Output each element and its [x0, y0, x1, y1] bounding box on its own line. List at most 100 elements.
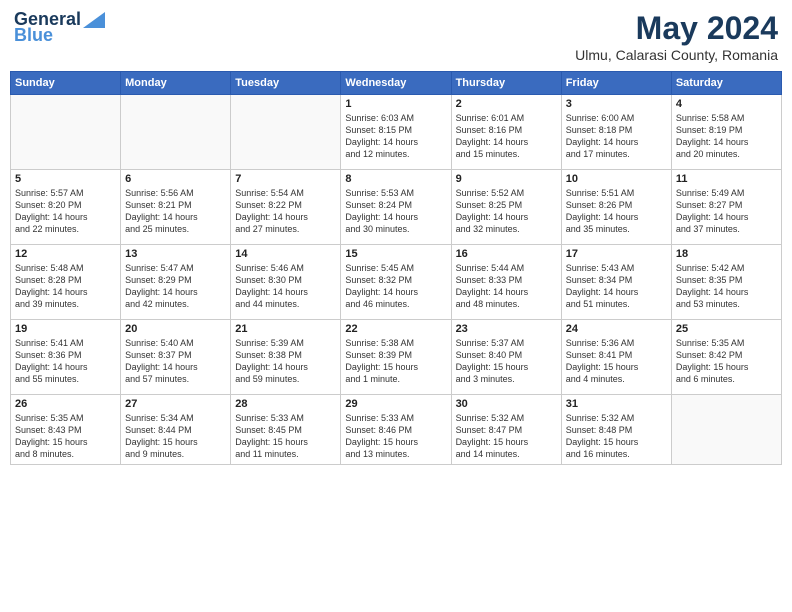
day-info: Sunrise: 5:45 AMSunset: 8:32 PMDaylight:…: [345, 262, 446, 311]
calendar-day-cell: 30Sunrise: 5:32 AMSunset: 8:47 PMDayligh…: [451, 395, 561, 465]
day-number: 14: [235, 248, 336, 260]
calendar-day-cell: 4 Sunrise: 5:58 AMSunset: 8:19 PMDaylight…: [671, 95, 781, 170]
calendar-week-row: 19Sunrise: 5:41 AMSunset: 8:36 PMDayligh…: [11, 320, 782, 395]
page-header: General Blue May 2024 Ulmu, Calarasi Cou…: [10, 10, 782, 63]
day-number: 17: [566, 248, 667, 260]
logo: General Blue: [14, 10, 105, 46]
day-info: Sunrise: 5:54 AMSunset: 8:22 PMDaylight:…: [235, 187, 336, 236]
logo-icon: [83, 12, 105, 28]
day-number: 11: [676, 173, 777, 185]
day-info: Sunrise: 5:39 AMSunset: 8:38 PMDaylight:…: [235, 337, 336, 386]
calendar-week-row: 1Sunrise: 6:03 AMSunset: 8:15 PMDaylight…: [11, 95, 782, 170]
day-number: 29: [345, 398, 446, 410]
month-title: May 2024: [575, 10, 778, 47]
day-info: Sunrise: 5:46 AMSunset: 8:30 PMDaylight:…: [235, 262, 336, 311]
calendar-day-cell: 29 Sunrise: 5:33 AMSunset: 8:46 PMDayligh…: [341, 395, 451, 465]
calendar-day-cell: 24 Sunrise: 5:36 AMSunset: 8:41 PMDayligh…: [561, 320, 671, 395]
calendar-week-row: 5 Sunrise: 5:57 AMSunset: 8:20 PMDaylight…: [11, 170, 782, 245]
day-number: 25: [676, 323, 777, 335]
day-info: Sunrise: 5:35 AMSunset: 8:43 PMDaylight:…: [15, 412, 116, 461]
day-number: 8: [345, 173, 446, 185]
day-info: Sunrise: 5:36 AMSunset: 8:41 PMDaylight:…: [566, 337, 667, 386]
calendar-day-cell: 11 Sunrise: 5:49 AMSunset: 8:27 PMDayligh…: [671, 170, 781, 245]
day-info: Sunrise: 5:32 AMSunset: 8:48 PMDaylight:…: [566, 412, 667, 461]
day-info: Sunrise: 5:33 AMSunset: 8:46 PMDaylight:…: [345, 412, 446, 461]
calendar-day-cell: 12 Sunrise: 5:48 AMSunset: 8:28 PMDayligh…: [11, 245, 121, 320]
day-number: 18: [676, 248, 777, 260]
weekday-header: Monday: [121, 72, 231, 95]
calendar-day-cell: 1Sunrise: 6:03 AMSunset: 8:15 PMDaylight…: [341, 95, 451, 170]
day-info: Sunrise: 5:42 AMSunset: 8:35 PMDaylight:…: [676, 262, 777, 311]
day-number: 31: [566, 398, 667, 410]
day-number: 30: [456, 398, 557, 410]
weekday-header: Friday: [561, 72, 671, 95]
weekday-header-row: SundayMondayTuesdayWednesdayThursdayFrid…: [11, 72, 782, 95]
calendar-day-cell: 20 Sunrise: 5:40 AMSunset: 8:37 PMDayligh…: [121, 320, 231, 395]
weekday-header: Tuesday: [231, 72, 341, 95]
calendar-day-cell: 6 Sunrise: 5:56 AMSunset: 8:21 PMDaylight…: [121, 170, 231, 245]
day-info: Sunrise: 5:47 AMSunset: 8:29 PMDaylight:…: [125, 262, 226, 311]
day-info: Sunrise: 5:34 AMSunset: 8:44 PMDaylight:…: [125, 412, 226, 461]
day-number: 15: [345, 248, 446, 260]
calendar-day-cell: 19Sunrise: 5:41 AMSunset: 8:36 PMDayligh…: [11, 320, 121, 395]
day-number: 22: [345, 323, 446, 335]
day-info: Sunrise: 5:43 AMSunset: 8:34 PMDaylight:…: [566, 262, 667, 311]
calendar-day-cell: 13 Sunrise: 5:47 AMSunset: 8:29 PMDayligh…: [121, 245, 231, 320]
calendar-day-cell: [11, 95, 121, 170]
day-info: Sunrise: 5:35 AMSunset: 8:42 PMDaylight:…: [676, 337, 777, 386]
title-area: May 2024 Ulmu, Calarasi County, Romania: [575, 10, 778, 63]
weekday-header: Thursday: [451, 72, 561, 95]
day-number: 28: [235, 398, 336, 410]
day-info: Sunrise: 5:56 AMSunset: 8:21 PMDaylight:…: [125, 187, 226, 236]
day-number: 13: [125, 248, 226, 260]
calendar-day-cell: 27 Sunrise: 5:34 AMSunset: 8:44 PMDayligh…: [121, 395, 231, 465]
calendar-day-cell: [671, 395, 781, 465]
calendar-table: SundayMondayTuesdayWednesdayThursdayFrid…: [10, 71, 782, 465]
calendar-day-cell: 21Sunrise: 5:39 AMSunset: 8:38 PMDayligh…: [231, 320, 341, 395]
day-info: Sunrise: 5:51 AMSunset: 8:26 PMDaylight:…: [566, 187, 667, 236]
calendar-week-row: 26 Sunrise: 5:35 AMSunset: 8:43 PMDayligh…: [11, 395, 782, 465]
day-number: 16: [456, 248, 557, 260]
day-number: 6: [125, 173, 226, 185]
calendar-day-cell: [121, 95, 231, 170]
day-number: 19: [15, 323, 116, 335]
calendar-day-cell: 10Sunrise: 5:51 AMSunset: 8:26 PMDayligh…: [561, 170, 671, 245]
calendar-day-cell: 26 Sunrise: 5:35 AMSunset: 8:43 PMDayligh…: [11, 395, 121, 465]
day-number: 20: [125, 323, 226, 335]
calendar-day-cell: 22 Sunrise: 5:38 AMSunset: 8:39 PMDayligh…: [341, 320, 451, 395]
day-info: Sunrise: 5:37 AMSunset: 8:40 PMDaylight:…: [456, 337, 557, 386]
day-info: Sunrise: 5:48 AMSunset: 8:28 PMDaylight:…: [15, 262, 116, 311]
day-info: Sunrise: 5:58 AMSunset: 8:19 PMDaylight:…: [676, 112, 777, 161]
day-number: 12: [15, 248, 116, 260]
calendar-week-row: 12 Sunrise: 5:48 AMSunset: 8:28 PMDayligh…: [11, 245, 782, 320]
day-number: 27: [125, 398, 226, 410]
day-number: 5: [15, 173, 116, 185]
day-info: Sunrise: 5:49 AMSunset: 8:27 PMDaylight:…: [676, 187, 777, 236]
day-number: 9: [456, 173, 557, 185]
day-info: Sunrise: 5:53 AMSunset: 8:24 PMDaylight:…: [345, 187, 446, 236]
location: Ulmu, Calarasi County, Romania: [575, 47, 778, 63]
day-number: 26: [15, 398, 116, 410]
logo-blue: Blue: [14, 26, 53, 46]
calendar-day-cell: 8 Sunrise: 5:53 AMSunset: 8:24 PMDaylight…: [341, 170, 451, 245]
calendar-day-cell: [231, 95, 341, 170]
day-number: 24: [566, 323, 667, 335]
day-number: 2: [456, 98, 557, 110]
calendar-day-cell: 18 Sunrise: 5:42 AMSunset: 8:35 PMDayligh…: [671, 245, 781, 320]
day-info: Sunrise: 5:57 AMSunset: 8:20 PMDaylight:…: [15, 187, 116, 236]
weekday-header: Saturday: [671, 72, 781, 95]
day-info: Sunrise: 5:52 AMSunset: 8:25 PMDaylight:…: [456, 187, 557, 236]
day-number: 23: [456, 323, 557, 335]
day-number: 1: [345, 98, 446, 110]
calendar-day-cell: 17 Sunrise: 5:43 AMSunset: 8:34 PMDayligh…: [561, 245, 671, 320]
day-number: 4: [676, 98, 777, 110]
calendar-day-cell: 7Sunrise: 5:54 AMSunset: 8:22 PMDaylight…: [231, 170, 341, 245]
calendar-day-cell: 25 Sunrise: 5:35 AMSunset: 8:42 PMDayligh…: [671, 320, 781, 395]
calendar-day-cell: 3Sunrise: 6:00 AMSunset: 8:18 PMDaylight…: [561, 95, 671, 170]
calendar-day-cell: 28 Sunrise: 5:33 AMSunset: 8:45 PMDayligh…: [231, 395, 341, 465]
day-info: Sunrise: 5:33 AMSunset: 8:45 PMDaylight:…: [235, 412, 336, 461]
calendar-day-cell: 15 Sunrise: 5:45 AMSunset: 8:32 PMDayligh…: [341, 245, 451, 320]
calendar-day-cell: 2Sunrise: 6:01 AMSunset: 8:16 PMDaylight…: [451, 95, 561, 170]
day-info: Sunrise: 5:40 AMSunset: 8:37 PMDaylight:…: [125, 337, 226, 386]
day-info: Sunrise: 5:38 AMSunset: 8:39 PMDaylight:…: [345, 337, 446, 386]
